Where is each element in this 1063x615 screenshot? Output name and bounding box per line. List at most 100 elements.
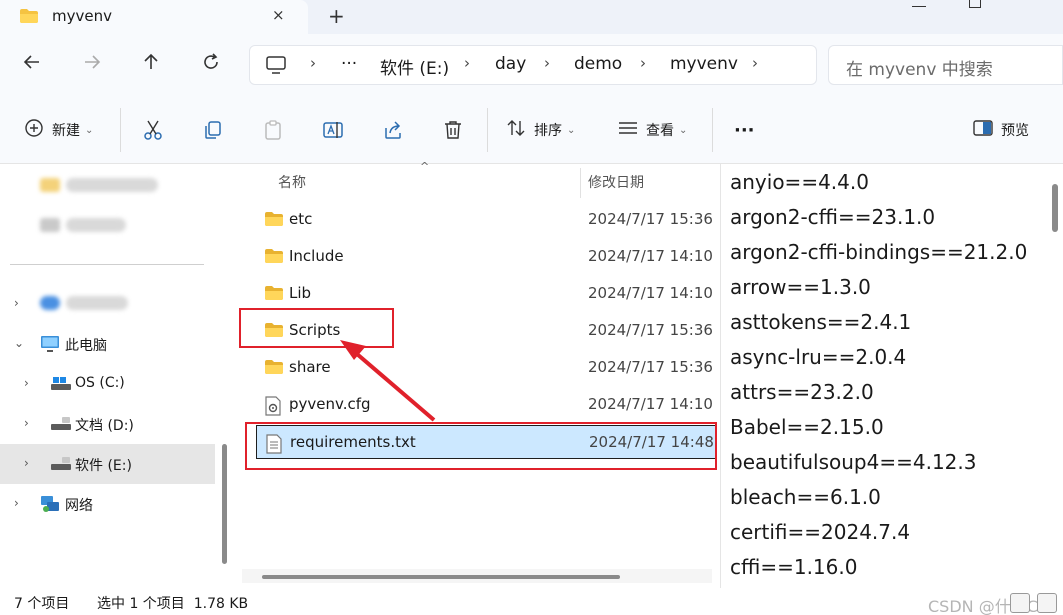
preview-pane-button[interactable]: 预览 xyxy=(973,118,1029,142)
navigation-pane: › ⌄ 此电脑 › OS (C:) › 文档 (D:) › 软件 (E:) › … xyxy=(0,164,232,588)
preview-line: asttokens==2.4.1 xyxy=(730,310,912,334)
new-tab-button[interactable]: + xyxy=(328,4,345,28)
sidebar-item-label: 软件 (E:) xyxy=(75,458,132,474)
cut-icon[interactable] xyxy=(142,118,164,142)
rename-icon[interactable] xyxy=(322,118,344,142)
chevron-right-icon[interactable]: › xyxy=(24,416,29,430)
preview-line: beautifulsoup4==4.12.3 xyxy=(730,450,977,474)
tab-myvenv[interactable]: myvenv × xyxy=(0,0,308,34)
tiles-view-icon[interactable] xyxy=(1037,593,1057,613)
more-options-button[interactable]: ··· xyxy=(734,118,755,142)
file-date: 2024/7/17 14:10 xyxy=(588,247,713,265)
maximize-icon[interactable] xyxy=(969,0,981,8)
sidebar-scrollbar[interactable] xyxy=(222,444,227,564)
chevron-right-icon[interactable]: › xyxy=(24,376,29,390)
breadcrumb-day[interactable]: day xyxy=(495,54,526,74)
annotation-box-requirements xyxy=(245,422,717,470)
chevron-right-icon: › xyxy=(640,54,646,72)
chevron-right-icon[interactable]: › xyxy=(14,496,19,510)
sidebar-item-label: 文档 (D:) xyxy=(75,418,134,434)
file-name: share xyxy=(289,358,331,376)
sidebar-item-label: 此电脑 xyxy=(65,338,107,354)
address-bar[interactable]: › ··· 软件 (E:) › day › demo › myvenv › xyxy=(249,45,817,85)
file-date: 2024/7/17 14:10 xyxy=(588,395,713,413)
plus-circle-icon xyxy=(24,118,44,142)
preview-line: argon2-cffi-bindings==21.2.0 xyxy=(730,240,1028,264)
back-icon[interactable] xyxy=(20,52,44,76)
sort-button[interactable]: 排序 ⌄ xyxy=(506,118,575,142)
chevron-right-icon[interactable]: › xyxy=(14,296,19,310)
column-header-date[interactable]: 修改日期 xyxy=(588,172,644,192)
horizontal-scrollbar[interactable] xyxy=(262,575,620,579)
sort-label: 排序 xyxy=(534,123,562,139)
search-input[interactable]: 在 myvenv 中搜索 xyxy=(828,45,1063,85)
blurred-folder-icon xyxy=(40,178,60,192)
preview-line: anyio==4.4.0 xyxy=(730,170,869,194)
blurred-label xyxy=(66,178,158,192)
sidebar-item-drive-c[interactable]: › OS (C:) xyxy=(0,364,215,404)
share-icon[interactable] xyxy=(382,118,404,142)
drive-icon xyxy=(50,415,72,435)
new-label: 新建 xyxy=(52,123,80,139)
preview-line: argon2-cffi==23.1.0 xyxy=(730,205,936,229)
divider xyxy=(10,264,204,265)
view-button[interactable]: 查看 ⌄ xyxy=(618,118,687,142)
blurred-label xyxy=(66,218,126,232)
file-row[interactable]: Include 2024/7/17 14:10 xyxy=(256,240,716,274)
drive-icon xyxy=(50,455,72,475)
computer-icon xyxy=(40,335,60,357)
preview-pane-icon xyxy=(973,119,993,141)
file-list: ^ 名称 修改日期 etc 2024/7/17 15:36 Include 20… xyxy=(232,160,720,588)
new-button[interactable]: 新建 ⌄ xyxy=(24,118,93,142)
preview-line: async-lru==2.0.4 xyxy=(730,345,907,369)
file-row[interactable]: Lib 2024/7/17 14:10 xyxy=(256,277,716,311)
chevron-right-icon: › xyxy=(464,54,470,72)
preview-line: attrs==23.2.0 xyxy=(730,380,874,404)
preview-label: 预览 xyxy=(1001,123,1029,139)
file-name: Include xyxy=(289,247,344,265)
sidebar-item-drive-e[interactable]: › 软件 (E:) xyxy=(0,444,215,484)
sidebar-item-network[interactable]: › 网络 xyxy=(0,484,215,524)
copy-icon[interactable] xyxy=(202,118,224,142)
item-count: 7 个项目 xyxy=(14,596,70,612)
breadcrumb-drive-e[interactable]: 软件 (E:) xyxy=(380,54,449,79)
file-row[interactable]: pyvenv.cfg 2024/7/17 14:10 xyxy=(256,388,716,422)
file-name: Lib xyxy=(289,284,312,302)
column-divider[interactable] xyxy=(580,168,581,198)
up-icon[interactable] xyxy=(139,52,163,76)
chevron-right-icon: › xyxy=(310,54,316,72)
tab-strip: myvenv × + xyxy=(0,0,1063,34)
details-view-icon[interactable] xyxy=(1010,593,1030,613)
sidebar-item-this-pc[interactable]: ⌄ 此电脑 xyxy=(0,324,215,364)
sidebar-item-drive-d[interactable]: › 文档 (D:) xyxy=(0,404,215,444)
file-date: 2024/7/17 15:36 xyxy=(588,321,713,339)
folder-icon xyxy=(19,8,39,28)
paste-icon[interactable] xyxy=(262,118,284,142)
breadcrumb-demo[interactable]: demo xyxy=(574,54,622,74)
delete-icon[interactable] xyxy=(442,118,464,142)
chevron-right-icon[interactable]: › xyxy=(752,54,758,72)
sort-icon xyxy=(506,118,526,142)
divider xyxy=(712,108,713,152)
file-row[interactable]: share 2024/7/17 15:36 xyxy=(256,351,716,385)
computer-icon xyxy=(266,56,286,78)
preview-line: bleach==6.1.0 xyxy=(730,485,881,509)
breadcrumb-myvenv[interactable]: myvenv xyxy=(670,54,738,74)
tab-close-icon[interactable]: × xyxy=(272,6,285,24)
minimize-icon[interactable] xyxy=(912,6,926,7)
chevron-down-icon[interactable]: ⌄ xyxy=(14,336,24,350)
preview-line: Babel==2.15.0 xyxy=(730,415,884,439)
column-header-name[interactable]: 名称 xyxy=(278,172,306,192)
network-icon xyxy=(40,495,60,517)
forward-icon[interactable] xyxy=(80,52,104,76)
folder-icon xyxy=(264,248,284,268)
refresh-icon[interactable] xyxy=(199,52,223,76)
file-row[interactable]: etc 2024/7/17 15:36 xyxy=(256,203,716,237)
chevron-down-icon: ⌄ xyxy=(567,124,576,136)
file-name: etc xyxy=(289,210,313,228)
chevron-right-icon[interactable]: › xyxy=(24,456,29,470)
breadcrumb-overflow[interactable]: ··· xyxy=(341,54,357,74)
search-placeholder: 在 myvenv 中搜索 xyxy=(846,60,993,80)
divider xyxy=(487,108,488,152)
preview-scrollbar[interactable] xyxy=(1052,184,1058,232)
